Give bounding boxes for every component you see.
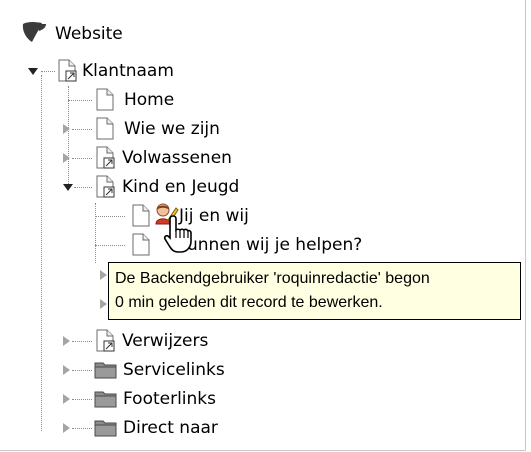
page-icon	[132, 233, 150, 256]
tree-connector	[95, 203, 96, 263]
typo3-logo-icon	[22, 22, 46, 42]
page-shortcut-icon	[96, 329, 115, 352]
tree-connector	[72, 399, 92, 400]
folder-icon	[94, 391, 117, 408]
tree-item-label[interactable]: Volwassenen	[122, 148, 232, 168]
expand-arrow-right[interactable]	[63, 124, 70, 134]
tree-connector	[72, 158, 92, 159]
page-icon	[96, 117, 114, 140]
tree-item-label[interactable]: Direct naar	[123, 418, 218, 438]
expand-arrow-right[interactable]	[63, 153, 70, 163]
expand-arrow-right[interactable]	[63, 336, 70, 346]
expand-arrow-down[interactable]	[63, 184, 73, 191]
tree-connector	[72, 341, 92, 342]
tooltip-line-2: 0 min geleden dit record te bewerken.	[115, 294, 383, 311]
tree-item-label[interactable]: Home	[124, 90, 174, 110]
edit-lock-tooltip: De Backendgebruiker 'roquinredactie' beg…	[108, 262, 521, 320]
tooltip-line-1: De Backendgebruiker 'roquinredactie' beg…	[115, 270, 430, 287]
expand-arrow-right[interactable]	[63, 423, 70, 433]
tree-item-label[interactable]: Klantnaam	[82, 61, 174, 81]
tree-connector	[68, 86, 69, 186]
page-shortcut-icon	[58, 59, 77, 82]
tree-item-label[interactable]: Kind en Jeugd	[122, 177, 239, 197]
hand-pointer-icon	[163, 215, 192, 253]
tree-connector	[74, 187, 92, 188]
tree-root-label[interactable]: Website	[55, 24, 123, 44]
folder-icon	[94, 420, 117, 437]
page-shortcut-icon	[96, 146, 115, 169]
tree-item-label[interactable]: Servicelinks	[123, 360, 225, 380]
folder-icon	[94, 362, 117, 379]
tree-item-label[interactable]: unnen wij je helpen?	[187, 235, 362, 255]
tree-item-label[interactable]: Footerlinks	[123, 389, 216, 409]
page-tree: Website Klantnaam Home Wie we zijn Volwa…	[0, 0, 531, 452]
tree-connector	[72, 428, 92, 429]
expand-arrow-down[interactable]	[28, 68, 38, 75]
page-shortcut-icon	[96, 175, 115, 198]
tree-connector	[68, 100, 92, 101]
tree-connector	[72, 129, 92, 130]
tree-connector	[95, 216, 125, 217]
page-icon	[132, 204, 150, 227]
tree-connector	[72, 370, 92, 371]
tree-connector	[41, 75, 42, 431]
expand-arrow-right[interactable]	[63, 394, 70, 404]
expand-arrow-right[interactable]	[63, 365, 70, 375]
expand-arrow-right[interactable]	[100, 270, 107, 280]
tree-connector	[95, 245, 125, 246]
tree-item-label[interactable]: Wie we zijn	[124, 119, 220, 139]
expand-arrow-right[interactable]	[100, 299, 107, 309]
page-icon	[96, 88, 114, 111]
tree-item-label[interactable]: Verwijzers	[122, 331, 208, 351]
tree-connector	[41, 71, 55, 72]
